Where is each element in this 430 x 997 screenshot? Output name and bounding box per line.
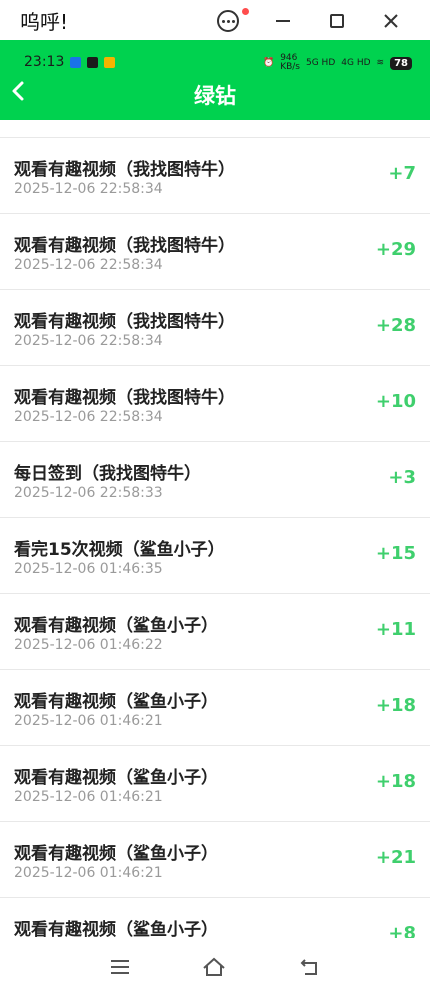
record-title: 观看有趣视频（鲨鱼小子）: [14, 844, 218, 864]
records-list[interactable]: 观看有趣视频（我找图特牛） 2025-12-06 22:58:34 +7 观看有趣视频…: [0, 120, 430, 938]
record-amount: +15: [375, 543, 416, 564]
record-title: 观看有趣视频（我找图特牛）: [14, 388, 235, 408]
app-notification-icon: [104, 56, 116, 68]
list-item: 观看有趣视频（我找图特牛） 2025-12-06 22:58:34 +7: [0, 137, 430, 214]
record-time: 2025-12-06 01:46:35: [14, 561, 163, 577]
status-bar-right: ⏰ 946 KB/s 5G HD 4G HD ≋ 78: [263, 54, 412, 72]
minimize-button[interactable]: [270, 8, 296, 34]
notification-dot: [242, 8, 249, 15]
list-item: 观看有趣视频（鲨鱼小子） 2025-12-06 01:46:21 +18: [0, 745, 430, 822]
wifi-icon: ≋: [376, 58, 385, 68]
record-time: 2025-12-06 22:58:34: [14, 257, 163, 273]
record-amount: +11: [375, 619, 416, 640]
signal-5g-label: 5G HD: [306, 58, 336, 68]
maximize-icon: [330, 14, 344, 28]
maximize-button[interactable]: [324, 8, 350, 34]
record-title: 观看有趣视频（鲨鱼小子）: [14, 768, 218, 788]
more-icon: [217, 10, 239, 32]
record-amount: +7: [388, 163, 416, 184]
record-time: 2025-12-06 01:46:22: [14, 637, 163, 653]
record-time: 2025-12-06 01:46:21: [14, 713, 163, 729]
back-nav-button[interactable]: [292, 952, 328, 982]
list-item: [0, 120, 430, 138]
app-header: 23:13 ⏰ 946 KB/s 5G HD 4G HD ≋ 78 绿钻: [0, 40, 430, 120]
list-item: 看完15次视频（鲨鱼小子） 2025-12-06 01:46:35 +15: [0, 517, 430, 594]
minimize-icon: [276, 20, 290, 22]
record-title: 观看有趣视频（鲨鱼小子）: [14, 692, 218, 712]
close-icon: [384, 14, 398, 28]
list-item: 观看有趣视频（鲨鱼小子） 2025-12-06 01:46:22 +11: [0, 593, 430, 670]
record-amount: +21: [375, 847, 416, 868]
back-arrow-icon: [300, 959, 317, 975]
record-time: 2025-12-06 22:58:33: [14, 485, 163, 501]
list-item: 观看有趣视频（我找图特牛） 2025-12-06 22:58:34 +29: [0, 213, 430, 290]
alarm-icon: ⏰: [262, 58, 275, 68]
record-amount: +18: [375, 695, 416, 716]
signal-speed: 946 KB/s: [280, 53, 300, 72]
record-amount: +28: [375, 315, 416, 336]
home-icon: [203, 957, 225, 976]
close-button[interactable]: [378, 8, 404, 34]
app-notification-icon: [87, 56, 99, 68]
record-amount: +8: [388, 923, 416, 938]
app-notification-icon: [70, 56, 82, 68]
record-title: 看完15次视频（鲨鱼小子）: [14, 540, 225, 560]
home-button[interactable]: [196, 952, 232, 982]
list-item: 每日签到（我找图特牛） 2025-12-06 22:58:33 +3: [0, 441, 430, 518]
list-item: 观看有趣视频（鲨鱼小子） +8: [0, 897, 430, 938]
record-title: 观看有趣视频（我找图特牛）: [14, 160, 235, 180]
status-time: 23:13: [24, 54, 65, 70]
menu-button[interactable]: [102, 952, 138, 982]
record-title: 观看有趣视频（我找图特牛）: [14, 236, 235, 256]
record-title: 观看有趣视频（我找图特牛）: [14, 312, 235, 332]
record-time: 2025-12-06 22:58:34: [14, 409, 163, 425]
status-bar-left: 23:13: [24, 54, 116, 70]
record-time: 2025-12-06 22:58:34: [14, 333, 163, 349]
record-amount: +18: [375, 771, 416, 792]
record-title: 每日签到（我找图特牛）: [14, 464, 201, 484]
window-title: 呜呼!: [20, 10, 69, 34]
list-item: 观看有趣视频（我找图特牛） 2025-12-06 22:58:34 +28: [0, 289, 430, 366]
battery-level: 78: [390, 56, 412, 70]
page-title: 绿钻: [194, 84, 236, 108]
list-item: 观看有趣视频（鲨鱼小子） 2025-12-06 01:46:21 +21: [0, 821, 430, 898]
record-time: 2025-12-06 01:46:21: [14, 789, 163, 805]
list-item: 观看有趣视频（我找图特牛） 2025-12-06 22:58:34 +10: [0, 365, 430, 442]
more-options-button[interactable]: [215, 8, 241, 34]
record-time: 2025-12-06 01:46:21: [14, 865, 163, 881]
record-time: 2025-12-06 22:58:34: [14, 181, 163, 197]
record-amount: +29: [375, 239, 416, 260]
record-title: 观看有趣视频（鲨鱼小子）: [14, 616, 218, 636]
menu-icon: [111, 960, 129, 974]
record-amount: +10: [375, 391, 416, 412]
record-title: 观看有趣视频（鲨鱼小子）: [14, 920, 218, 938]
signal-4g-label: 4G HD: [341, 58, 371, 68]
window-title-bar: 呜呼!: [0, 0, 430, 40]
system-nav-bar: [0, 938, 430, 997]
record-amount: +3: [388, 467, 416, 488]
list-item: 观看有趣视频（鲨鱼小子） 2025-12-06 01:46:21 +18: [0, 669, 430, 746]
